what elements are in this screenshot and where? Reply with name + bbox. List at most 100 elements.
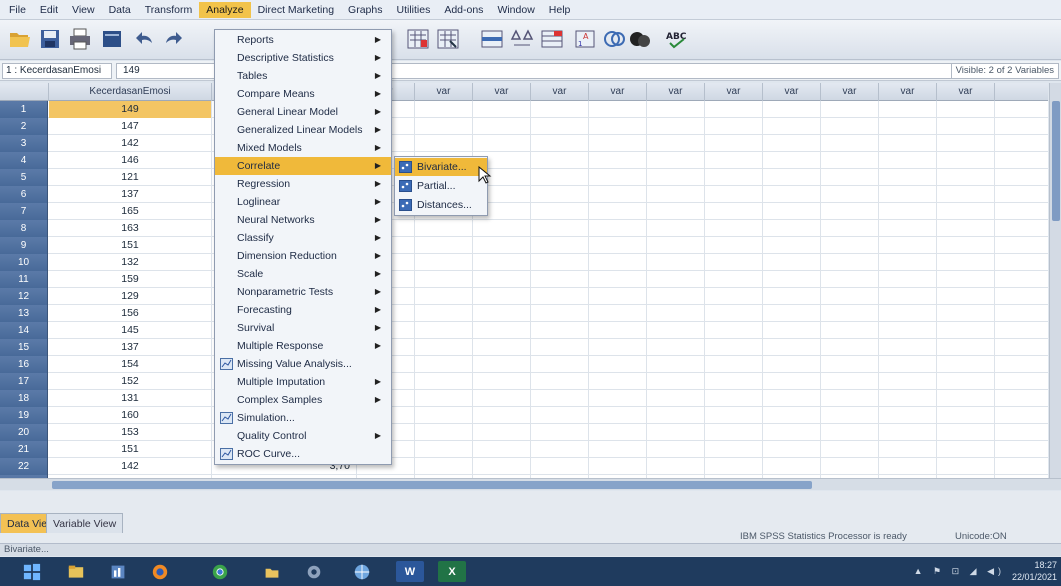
menu-analyze[interactable]: Analyze: [199, 1, 251, 18]
row-number[interactable]: 20: [0, 424, 48, 441]
use-sets-icon[interactable]: [626, 25, 654, 53]
row-number[interactable]: 21: [0, 441, 48, 458]
menu-utilities[interactable]: Utilities: [389, 2, 437, 18]
excel-icon[interactable]: X: [438, 561, 466, 582]
variables-icon[interactable]: [404, 25, 432, 53]
menu-item-survival[interactable]: Survival ▶: [215, 319, 391, 337]
data-cell[interactable]: 147: [49, 118, 212, 135]
row-number[interactable]: 3: [0, 135, 48, 152]
file-explorer-icon[interactable]: [62, 561, 90, 582]
column-header-var[interactable]: var: [473, 83, 531, 101]
data-cell[interactable]: 121: [49, 169, 212, 186]
row-number[interactable]: 15: [0, 339, 48, 356]
start-icon[interactable]: [18, 561, 46, 582]
column-header-var[interactable]: var: [705, 83, 763, 101]
data-cell[interactable]: 146: [49, 152, 212, 169]
menu-item-reports[interactable]: Reports ▶: [215, 31, 391, 49]
menu-item-generalized-linear-models[interactable]: Generalized Linear Models ▶: [215, 121, 391, 139]
submenu-item-distances[interactable]: Distances...: [395, 196, 487, 214]
data-cell[interactable]: 131: [49, 390, 212, 407]
folder-icon[interactable]: [258, 561, 286, 582]
settings-icon[interactable]: [300, 561, 328, 582]
find-icon[interactable]: [434, 25, 462, 53]
data-cell[interactable]: 149: [49, 101, 212, 118]
data-cell[interactable]: 163: [49, 220, 212, 237]
row-number[interactable]: 10: [0, 254, 48, 271]
column-header-var[interactable]: var: [763, 83, 821, 101]
menu-item-simulation[interactable]: Simulation...: [215, 409, 391, 427]
horizontal-scroll-thumb[interactable]: [52, 481, 812, 489]
data-cell[interactable]: 152: [49, 373, 212, 390]
column-header-var[interactable]: var: [415, 83, 473, 101]
menu-file[interactable]: File: [2, 2, 33, 18]
row-number[interactable]: 1: [0, 101, 48, 118]
menu-item-classify[interactable]: Classify ▶: [215, 229, 391, 247]
data-cell[interactable]: 132: [49, 254, 212, 271]
data-cell[interactable]: 159: [49, 271, 212, 288]
menu-item-general-linear-model[interactable]: General Linear Model ▶: [215, 103, 391, 121]
column-header-kecerdasanemosi[interactable]: KecerdasanEmosi: [49, 83, 212, 101]
menu-direct-marketing[interactable]: Direct Marketing: [251, 2, 341, 18]
data-cell[interactable]: 154: [49, 356, 212, 373]
column-header-var[interactable]: var: [821, 83, 879, 101]
browser-icon[interactable]: [146, 561, 174, 582]
menu-window[interactable]: Window: [490, 2, 541, 18]
spell-check-icon[interactable]: ABC: [662, 25, 690, 53]
menu-add-ons[interactable]: Add-ons: [437, 2, 490, 18]
data-cell[interactable]: 145: [49, 322, 212, 339]
menu-item-forecasting[interactable]: Forecasting ▶: [215, 301, 391, 319]
column-header-var[interactable]: var: [531, 83, 589, 101]
tab-variable-view[interactable]: Variable View: [46, 513, 124, 533]
data-cell[interactable]: 160: [49, 407, 212, 424]
menu-item-mixed-models[interactable]: Mixed Models ▶: [215, 139, 391, 157]
menu-edit[interactable]: Edit: [33, 2, 65, 18]
row-number[interactable]: 4: [0, 152, 48, 169]
data-cell[interactable]: 156: [49, 305, 212, 322]
word-icon[interactable]: W: [396, 561, 424, 582]
row-number[interactable]: 6: [0, 186, 48, 203]
menu-help[interactable]: Help: [542, 2, 578, 18]
print-icon[interactable]: [66, 25, 94, 53]
data-cell[interactable]: 142: [49, 135, 212, 152]
select-cases-icon[interactable]: A1: [572, 25, 600, 53]
row-number[interactable]: 9: [0, 237, 48, 254]
row-number[interactable]: 2: [0, 118, 48, 135]
data-cell[interactable]: 151: [49, 441, 212, 458]
data-cell[interactable]: 153: [49, 424, 212, 441]
menu-view[interactable]: View: [65, 2, 102, 18]
row-number[interactable]: 17: [0, 373, 48, 390]
undo-icon[interactable]: [130, 25, 158, 53]
menu-item-loglinear[interactable]: Loglinear ▶: [215, 193, 391, 211]
column-header-var[interactable]: var: [937, 83, 995, 101]
submenu-item-partial[interactable]: Partial...: [395, 177, 487, 195]
row-number[interactable]: 22: [0, 458, 48, 475]
clock[interactable]: 18:27 22/01/2021: [1012, 559, 1057, 583]
weight-cases-icon[interactable]: [538, 25, 566, 53]
vertical-scrollbar[interactable]: [1049, 83, 1061, 478]
row-number[interactable]: 5: [0, 169, 48, 186]
column-header-var[interactable]: var: [647, 83, 705, 101]
menu-item-correlate[interactable]: Correlate ▶: [215, 157, 391, 175]
data-cell[interactable]: 129: [49, 288, 212, 305]
menu-item-quality-control[interactable]: Quality Control ▶: [215, 427, 391, 445]
data-cell[interactable]: 137: [49, 186, 212, 203]
menu-data[interactable]: Data: [102, 2, 138, 18]
data-cell[interactable]: 142: [49, 458, 212, 475]
row-number[interactable]: 19: [0, 407, 48, 424]
menu-item-regression[interactable]: Regression ▶: [215, 175, 391, 193]
row-number[interactable]: 11: [0, 271, 48, 288]
split-file-icon[interactable]: [508, 25, 536, 53]
menu-item-nonparametric-tests[interactable]: Nonparametric Tests ▶: [215, 283, 391, 301]
spss-icon[interactable]: [104, 561, 132, 582]
menu-item-neural-networks[interactable]: Neural Networks ▶: [215, 211, 391, 229]
menu-item-dimension-reduction[interactable]: Dimension Reduction ▶: [215, 247, 391, 265]
row-number[interactable]: 8: [0, 220, 48, 237]
globe-icon[interactable]: [348, 561, 376, 582]
row-number[interactable]: 16: [0, 356, 48, 373]
vertical-scroll-thumb[interactable]: [1052, 101, 1060, 221]
chrome-icon[interactable]: [206, 561, 234, 582]
value-labels-icon[interactable]: [600, 25, 628, 53]
menu-item-descriptive-statistics[interactable]: Descriptive Statistics ▶: [215, 49, 391, 67]
column-header-var[interactable]: var: [879, 83, 937, 101]
menu-item-multiple-response[interactable]: Multiple Response ▶: [215, 337, 391, 355]
